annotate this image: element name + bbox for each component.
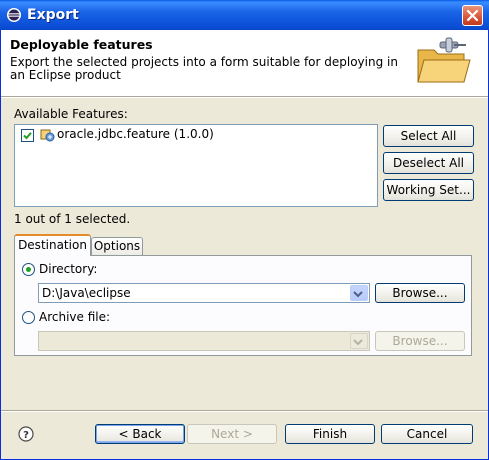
- checkmark-icon: [23, 132, 32, 140]
- export-folder-icon: [414, 36, 472, 88]
- archive-browse-button[interactable]: Browse...: [375, 331, 465, 351]
- feature-icon: [39, 127, 55, 143]
- directory-radio[interactable]: [22, 263, 35, 276]
- chevron-down-icon[interactable]: [350, 333, 368, 349]
- footer-separator-highlight: [1, 411, 488, 412]
- available-features-label: Available Features:: [14, 107, 128, 121]
- window-title: Export: [27, 7, 79, 23]
- selection-status: 1 out of 1 selected.: [14, 212, 131, 226]
- tab-options[interactable]: Options: [91, 237, 143, 255]
- header-separator-highlight: [1, 97, 488, 98]
- page-description: Export the selected projects into a form…: [10, 55, 398, 82]
- close-icon: [466, 9, 479, 22]
- directory-browse-button[interactable]: Browse...: [375, 283, 465, 303]
- directory-value: D:\Java\eclipse: [42, 286, 131, 300]
- select-all-button[interactable]: Select All: [383, 125, 474, 147]
- chevron-down-icon[interactable]: [350, 285, 368, 301]
- eclipse-icon: [6, 7, 22, 23]
- close-button[interactable]: [462, 5, 483, 26]
- cancel-button[interactable]: Cancel: [381, 424, 473, 444]
- page-title: Deployable features: [10, 37, 153, 52]
- deselect-all-button[interactable]: Deselect All: [383, 152, 474, 174]
- archive-radio[interactable]: [22, 311, 35, 324]
- list-item[interactable]: oracle.jdbc.feature (1.0.0): [57, 127, 214, 141]
- next-button[interactable]: Next >: [187, 424, 277, 444]
- archive-label: Archive file:: [39, 310, 111, 324]
- feature-checkbox[interactable]: [21, 129, 34, 142]
- back-button[interactable]: < Back: [95, 424, 185, 444]
- working-set-button[interactable]: Working Set...: [383, 179, 474, 201]
- radio-selected-dot: [26, 267, 31, 272]
- tab-destination[interactable]: Destination: [14, 234, 91, 256]
- help-icon[interactable]: ?: [18, 426, 34, 442]
- directory-label: Directory:: [39, 262, 98, 276]
- archive-combo[interactable]: [38, 331, 370, 351]
- directory-combo[interactable]: D:\Java\eclipse: [38, 283, 370, 303]
- finish-button[interactable]: Finish: [285, 424, 375, 444]
- svg-text:?: ?: [23, 430, 29, 441]
